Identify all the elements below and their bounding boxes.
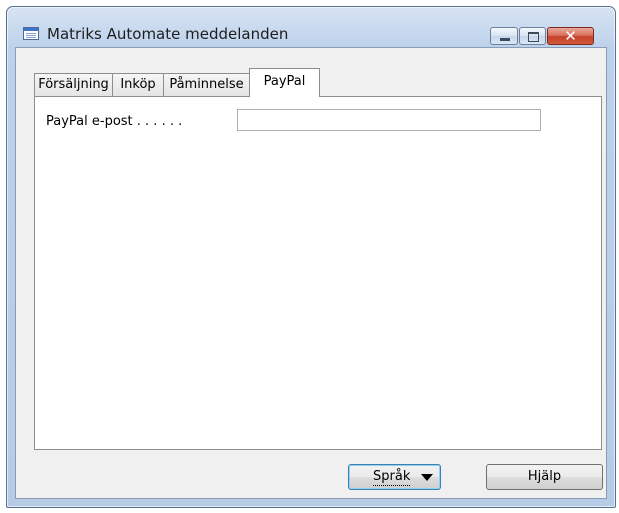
maximize-button[interactable]: [519, 27, 546, 45]
tab-forsaljning[interactable]: Försäljning: [34, 73, 113, 96]
tab-panel-paypal: PayPal e-post . . . . . .: [34, 96, 602, 450]
form-icon: [23, 27, 39, 40]
paypal-email-field[interactable]: [237, 109, 541, 131]
tab-inkop[interactable]: Inköp: [112, 73, 164, 96]
maximize-icon: [528, 32, 539, 42]
title-bar[interactable]: Matriks Automate meddelanden ✕: [7, 7, 615, 47]
window-title: Matriks Automate meddelanden: [47, 25, 289, 43]
help-button[interactable]: Hjälp: [486, 464, 603, 490]
dialog-client-area: Försäljning Inköp Påminnelse PayPal PayP…: [15, 47, 607, 499]
minimize-icon: [500, 38, 510, 41]
paypal-email-label: PayPal e-post . . . . . .: [46, 114, 183, 129]
close-button[interactable]: ✕: [547, 27, 594, 45]
dialog-window: Matriks Automate meddelanden ✕ Försäljni…: [6, 6, 616, 508]
language-button-label: Språk: [373, 465, 411, 489]
tab-paypal[interactable]: PayPal: [249, 68, 320, 97]
minimize-button[interactable]: [490, 27, 518, 45]
dropdown-arrow-icon: [421, 474, 433, 481]
language-button[interactable]: Språk: [348, 464, 441, 490]
tab-paminnelse[interactable]: Påminnelse: [163, 73, 250, 96]
close-icon: ✕: [564, 27, 577, 45]
